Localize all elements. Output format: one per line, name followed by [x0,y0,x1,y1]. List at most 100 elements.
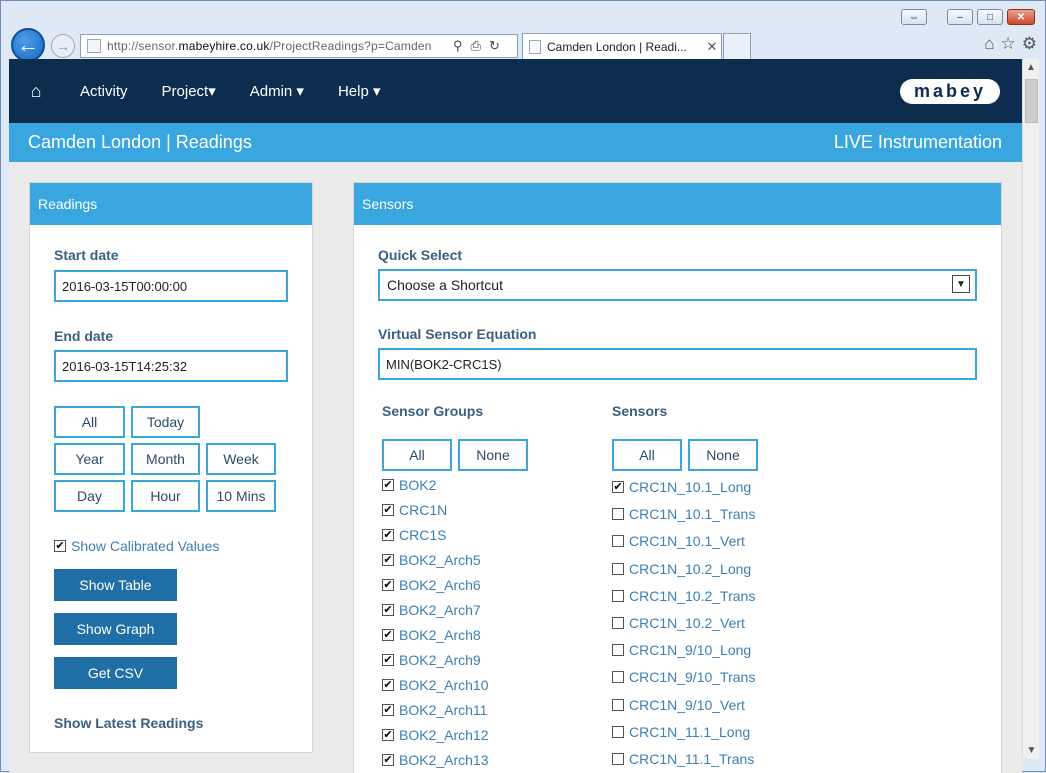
close-window-icon[interactable]: ✕ [1007,9,1035,25]
range-today-button[interactable]: Today [131,406,200,438]
groups-all-button[interactable]: All [382,439,452,471]
equation-input[interactable]: MIN(BOK2-CRC1S) [378,348,977,380]
start-date-input[interactable]: 2016-03-15T00:00:00 [54,270,288,302]
sensor-group-item[interactable]: ✔ BOK2_Arch7 [382,602,481,618]
checkbox-checked-icon[interactable]: ✔ [382,554,394,566]
gear-icon[interactable]: ⚙ [1022,34,1037,54]
range-10mins-button[interactable]: 10 Mins [206,480,276,512]
end-date-input[interactable]: 2016-03-15T14:25:32 [54,350,288,382]
show-table-button[interactable]: Show Table [54,569,177,601]
sensor-item[interactable]: ✔ CRC1N_10.1_Long [612,479,751,495]
checkbox-checked-icon[interactable]: ✔ [382,654,394,666]
checkbox-checked-icon[interactable]: ✔ [382,629,394,641]
checkbox-unchecked-icon[interactable] [612,644,624,657]
refresh-icon[interactable]: ↻ [489,38,500,54]
maximize-icon[interactable]: □ [977,9,1003,25]
chevron-down-icon[interactable]: ▼ [952,275,970,293]
tab-close-icon[interactable]: ✕ [703,39,721,55]
sensors-none-button[interactable]: None [688,439,758,471]
get-csv-button[interactable]: Get CSV [54,657,177,689]
checkbox-label: BOK2_Arch7 [399,602,481,618]
range-year-button[interactable]: Year [54,443,125,475]
sensor-group-item[interactable]: ✔ BOK2_Arch13 [382,752,489,768]
sensor-item[interactable]: CRC1N_10.2_Trans [612,588,755,604]
minimize-icon[interactable]: – [947,9,973,25]
sensor-group-item[interactable]: ✔ BOK2_Arch9 [382,652,481,668]
sensor-item[interactable]: CRC1N_9/10_Vert [612,697,745,713]
nav-help[interactable]: Help ▾ [338,82,381,100]
sensor-item[interactable]: CRC1N_10.2_Vert [612,615,745,631]
scroll-down-icon[interactable]: ▼ [1023,742,1040,759]
range-day-button[interactable]: Day [54,480,125,512]
sensor-item[interactable]: CRC1N_10.2_Long [612,561,751,577]
checkbox-checked-icon[interactable]: ✔ [382,704,394,716]
sensor-item[interactable]: CRC1N_11.1_Long [612,724,750,740]
vertical-scrollbar[interactable]: ▲ ▼ [1022,59,1039,759]
restore-icon[interactable]: ⇔ [901,9,927,25]
address-bar[interactable]: http://sensor.mabeyhire.co.uk/ProjectRea… [80,34,518,58]
checkbox-checked-icon[interactable]: ✔ [382,729,394,741]
home-nav-icon[interactable]: ⌂ [9,81,63,102]
favorites-star-icon[interactable]: ☆ [1001,34,1016,54]
checkbox-checked-icon[interactable]: ✔ [382,479,394,491]
sensor-group-item[interactable]: ✔ BOK2_Arch10 [382,677,489,693]
range-month-button[interactable]: Month [131,443,200,475]
checkbox-unchecked-icon[interactable] [612,698,624,711]
checkbox-checked-icon[interactable]: ✔ [54,540,66,552]
forward-button[interactable]: → [51,34,75,58]
checkbox-checked-icon[interactable]: ✔ [382,754,394,766]
calibrated-checkbox[interactable]: ✔ Show Calibrated Values [54,538,219,554]
scroll-up-icon[interactable]: ▲ [1023,59,1039,76]
checkbox-checked-icon[interactable]: ✔ [382,529,394,541]
search-icon[interactable]: ⚲ [453,38,463,54]
checkbox-unchecked-icon[interactable] [612,671,624,684]
checkbox-unchecked-icon[interactable] [612,753,624,765]
checkbox-unchecked-icon[interactable] [612,589,624,602]
checkbox-label: BOK2_Arch11 [399,702,488,718]
address-url[interactable]: http://sensor.mabeyhire.co.uk/ProjectRea… [107,39,447,53]
compat-view-icon[interactable]: ⎙ [471,38,481,54]
checkbox-unchecked-icon[interactable] [612,508,624,521]
show-graph-button[interactable]: Show Graph [54,613,177,645]
range-all-button[interactable]: All [54,406,125,438]
quick-select-dropdown[interactable]: Choose a Shortcut ▼ [378,269,977,301]
checkbox-checked-icon[interactable]: ✔ [382,579,394,591]
sensor-group-item[interactable]: ✔ CRC1S [382,527,446,543]
sensor-item[interactable]: CRC1N_10.1_Trans [612,506,755,522]
sensors-panel-header: Sensors [354,183,1001,225]
checkbox-label: CRC1N_11.1_Long [629,723,751,740]
sensor-group-item[interactable]: ✔ BOK2_Arch11 [382,702,487,718]
sensor-group-item[interactable]: ✔ BOK2 [382,477,436,493]
sensor-group-item[interactable]: ✔ BOK2_Arch6 [382,577,481,593]
sensor-group-item[interactable]: ✔ BOK2_Arch5 [382,552,481,568]
range-week-button[interactable]: Week [206,443,276,475]
sensor-item[interactable]: CRC1N_11.1_Trans [612,751,754,767]
checkbox-unchecked-icon[interactable] [612,725,624,738]
sensor-group-item[interactable]: ✔ BOK2_Arch12 [382,727,489,743]
nav-admin[interactable]: Admin ▾ [250,82,304,100]
checkbox-unchecked-icon[interactable] [612,562,624,575]
new-tab-button[interactable] [723,33,751,59]
range-hour-button[interactable]: Hour [131,480,200,512]
sensor-group-item[interactable]: ✔ BOK2_Arch8 [382,627,481,643]
sensor-item[interactable]: CRC1N_9/10_Long [612,642,751,658]
sensors-all-button[interactable]: All [612,439,682,471]
checkbox-unchecked-icon[interactable] [612,535,624,548]
groups-none-button[interactable]: None [458,439,528,471]
checkbox-checked-icon[interactable]: ✔ [382,679,394,691]
checkbox-unchecked-icon[interactable] [612,617,624,629]
sensor-item[interactable]: CRC1N_9/10_Trans [612,669,755,685]
checkbox-checked-icon[interactable]: ✔ [382,504,394,516]
nav-project[interactable]: Project▾ [162,82,216,100]
checkbox-checked-icon[interactable]: ✔ [612,481,624,493]
home-icon[interactable]: ⌂ [984,34,994,54]
back-button[interactable]: ← [11,28,45,62]
scroll-thumb[interactable] [1025,79,1038,123]
sensor-group-item[interactable]: ✔ CRC1N [382,502,447,518]
readings-panel: Readings Start date 2016-03-15T00:00:00 … [29,182,313,753]
nav-activity[interactable]: Activity [80,83,128,100]
show-latest-readings-link[interactable]: Show Latest Readings [54,715,203,731]
sensor-item[interactable]: CRC1N_10.1_Vert [612,533,745,549]
checkbox-checked-icon[interactable]: ✔ [382,604,394,616]
tab-active[interactable]: Camden London | Readi... ✕ [522,33,722,59]
